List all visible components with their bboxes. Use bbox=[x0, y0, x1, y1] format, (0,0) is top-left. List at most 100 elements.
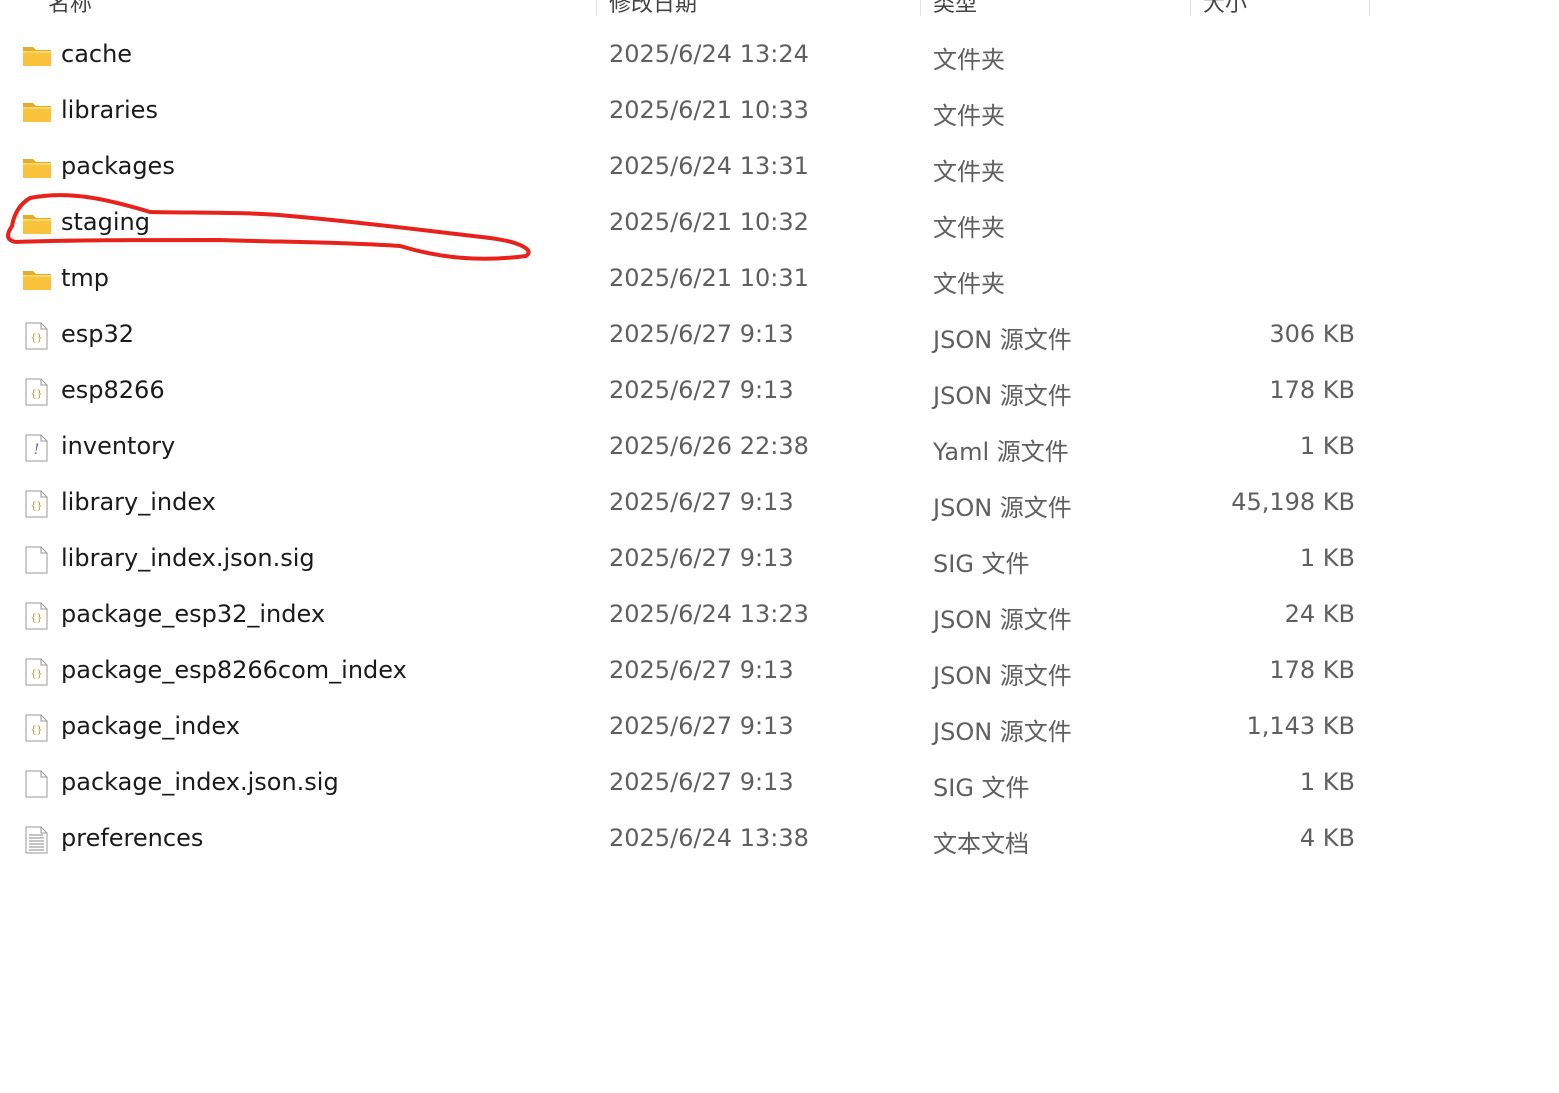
file-name: package_index bbox=[61, 712, 240, 740]
file-type: JSON 源文件 bbox=[933, 494, 1072, 522]
file-type: JSON 源文件 bbox=[933, 718, 1072, 746]
column-header: 名称 修改日期 类型 大小 bbox=[0, 0, 1559, 16]
file-name: inventory bbox=[61, 432, 176, 460]
file-type: 文件夹 bbox=[933, 214, 1005, 242]
folder-icon bbox=[22, 42, 52, 70]
file-name: esp32 bbox=[61, 320, 135, 348]
json-file-icon: {} bbox=[22, 714, 52, 742]
file-type: JSON 源文件 bbox=[933, 662, 1072, 690]
column-divider[interactable] bbox=[596, 0, 597, 16]
file-size: 1 KB bbox=[1299, 768, 1355, 796]
file-type: 文件夹 bbox=[933, 46, 1005, 74]
column-modified-header[interactable]: 修改日期 bbox=[609, 0, 697, 16]
column-name-header[interactable]: 名称 bbox=[48, 0, 92, 16]
folder-icon bbox=[22, 154, 52, 182]
file-name: staging bbox=[61, 208, 150, 236]
file-row[interactable]: libraries 2025/6/21 10:33 文件夹 bbox=[0, 84, 1559, 140]
file-size: 1,143 KB bbox=[1246, 712, 1355, 740]
svg-text:{}: {} bbox=[30, 389, 42, 400]
column-divider[interactable] bbox=[1190, 0, 1191, 16]
file-list: cache 2025/6/24 13:24 文件夹 libraries 2025/6/2… bbox=[0, 28, 1559, 868]
svg-text:{}: {} bbox=[30, 669, 42, 680]
file-name: package_esp8266com_index bbox=[61, 656, 407, 684]
file-name: packages bbox=[61, 152, 175, 180]
file-row[interactable]: {} esp32 2025/6/27 9:13 JSON 源文件 306 KB bbox=[0, 308, 1559, 364]
json-file-icon: {} bbox=[22, 658, 52, 686]
file-size: 306 KB bbox=[1269, 320, 1355, 348]
file-row[interactable]: tmp 2025/6/21 10:31 文件夹 bbox=[0, 252, 1559, 308]
column-type-header[interactable]: 类型 bbox=[933, 0, 977, 16]
file-row[interactable]: {} library_index 2025/6/27 9:13 JSON 源文件 45,… bbox=[0, 476, 1559, 532]
svg-text:{}: {} bbox=[30, 501, 42, 512]
file-modified-date: 2025/6/27 9:13 bbox=[609, 712, 794, 740]
text-file-icon bbox=[22, 826, 52, 854]
file-modified-date: 2025/6/27 9:13 bbox=[609, 376, 794, 404]
svg-text:{}: {} bbox=[30, 725, 42, 736]
blank-file-icon bbox=[22, 770, 52, 798]
file-size: 178 KB bbox=[1269, 376, 1355, 404]
column-divider[interactable] bbox=[1369, 0, 1370, 16]
file-type: Yaml 源文件 bbox=[933, 438, 1069, 466]
json-file-icon: {} bbox=[22, 490, 52, 518]
file-size: 4 KB bbox=[1299, 824, 1355, 852]
file-size: 45,198 KB bbox=[1231, 488, 1355, 516]
file-name: library_index bbox=[61, 488, 216, 516]
yaml-file-icon: ! bbox=[22, 434, 52, 462]
file-row[interactable]: package_index.json.sig 2025/6/27 9:13 SIG … bbox=[0, 756, 1559, 812]
file-name: esp8266 bbox=[61, 376, 165, 404]
file-row[interactable]: cache 2025/6/24 13:24 文件夹 bbox=[0, 28, 1559, 84]
file-row[interactable]: staging 2025/6/21 10:32 文件夹 bbox=[0, 196, 1559, 252]
file-row[interactable]: ! inventory 2025/6/26 22:38 Yaml 源文件 1 KB bbox=[0, 420, 1559, 476]
file-modified-date: 2025/6/27 9:13 bbox=[609, 768, 794, 796]
file-modified-date: 2025/6/24 13:24 bbox=[609, 40, 809, 68]
file-modified-date: 2025/6/24 13:38 bbox=[609, 824, 809, 852]
file-type: SIG 文件 bbox=[933, 774, 1030, 802]
file-type: 文本文档 bbox=[933, 830, 1029, 858]
file-type: SIG 文件 bbox=[933, 550, 1030, 578]
folder-icon bbox=[22, 210, 52, 238]
file-modified-date: 2025/6/26 22:38 bbox=[609, 432, 809, 460]
file-name: library_index.json.sig bbox=[61, 544, 315, 572]
file-row[interactable]: {} esp8266 2025/6/27 9:13 JSON 源文件 178 KB bbox=[0, 364, 1559, 420]
file-row[interactable]: {} package_esp32_index 2025/6/24 13:23 JSON… bbox=[0, 588, 1559, 644]
file-modified-date: 2025/6/24 13:23 bbox=[609, 600, 809, 628]
column-size-header[interactable]: 大小 bbox=[1203, 0, 1247, 16]
svg-text:!: ! bbox=[34, 442, 40, 458]
file-name: preferences bbox=[61, 824, 204, 852]
file-modified-date: 2025/6/21 10:32 bbox=[609, 208, 809, 236]
file-size: 24 KB bbox=[1284, 600, 1355, 628]
file-row[interactable]: library_index.json.sig 2025/6/27 9:13 SIG … bbox=[0, 532, 1559, 588]
folder-icon bbox=[22, 98, 52, 126]
file-type: JSON 源文件 bbox=[933, 326, 1072, 354]
file-size: 1 KB bbox=[1299, 432, 1355, 460]
file-size: 1 KB bbox=[1299, 544, 1355, 572]
file-name: package_esp32_index bbox=[61, 600, 326, 628]
file-type: 文件夹 bbox=[933, 102, 1005, 130]
file-modified-date: 2025/6/21 10:33 bbox=[609, 96, 809, 124]
file-modified-date: 2025/6/21 10:31 bbox=[609, 264, 809, 292]
json-file-icon: {} bbox=[22, 602, 52, 630]
file-row[interactable]: {} package_esp8266com_index 2025/6/27 9:13… bbox=[0, 644, 1559, 700]
file-name: package_index.json.sig bbox=[61, 768, 339, 796]
file-name: cache bbox=[61, 40, 133, 68]
file-type: 文件夹 bbox=[933, 270, 1005, 298]
folder-icon bbox=[22, 266, 52, 294]
file-row[interactable]: {} package_index 2025/6/27 9:13 JSON 源文件 1,1… bbox=[0, 700, 1559, 756]
blank-file-icon bbox=[22, 546, 52, 574]
file-type: JSON 源文件 bbox=[933, 606, 1072, 634]
file-modified-date: 2025/6/27 9:13 bbox=[609, 656, 794, 684]
file-modified-date: 2025/6/27 9:13 bbox=[609, 488, 794, 516]
file-size: 178 KB bbox=[1269, 656, 1355, 684]
column-divider[interactable] bbox=[920, 0, 921, 16]
svg-text:{}: {} bbox=[30, 613, 42, 624]
json-file-icon: {} bbox=[22, 378, 52, 406]
file-row[interactable]: preferences 2025/6/24 13:38 文本文档 4 KB bbox=[0, 812, 1559, 868]
file-type: JSON 源文件 bbox=[933, 382, 1072, 410]
file-modified-date: 2025/6/27 9:13 bbox=[609, 320, 794, 348]
file-name: libraries bbox=[61, 96, 158, 124]
svg-text:{}: {} bbox=[30, 333, 42, 344]
file-modified-date: 2025/6/24 13:31 bbox=[609, 152, 809, 180]
file-row[interactable]: packages 2025/6/24 13:31 文件夹 bbox=[0, 140, 1559, 196]
file-type: 文件夹 bbox=[933, 158, 1005, 186]
file-name: tmp bbox=[61, 264, 110, 292]
